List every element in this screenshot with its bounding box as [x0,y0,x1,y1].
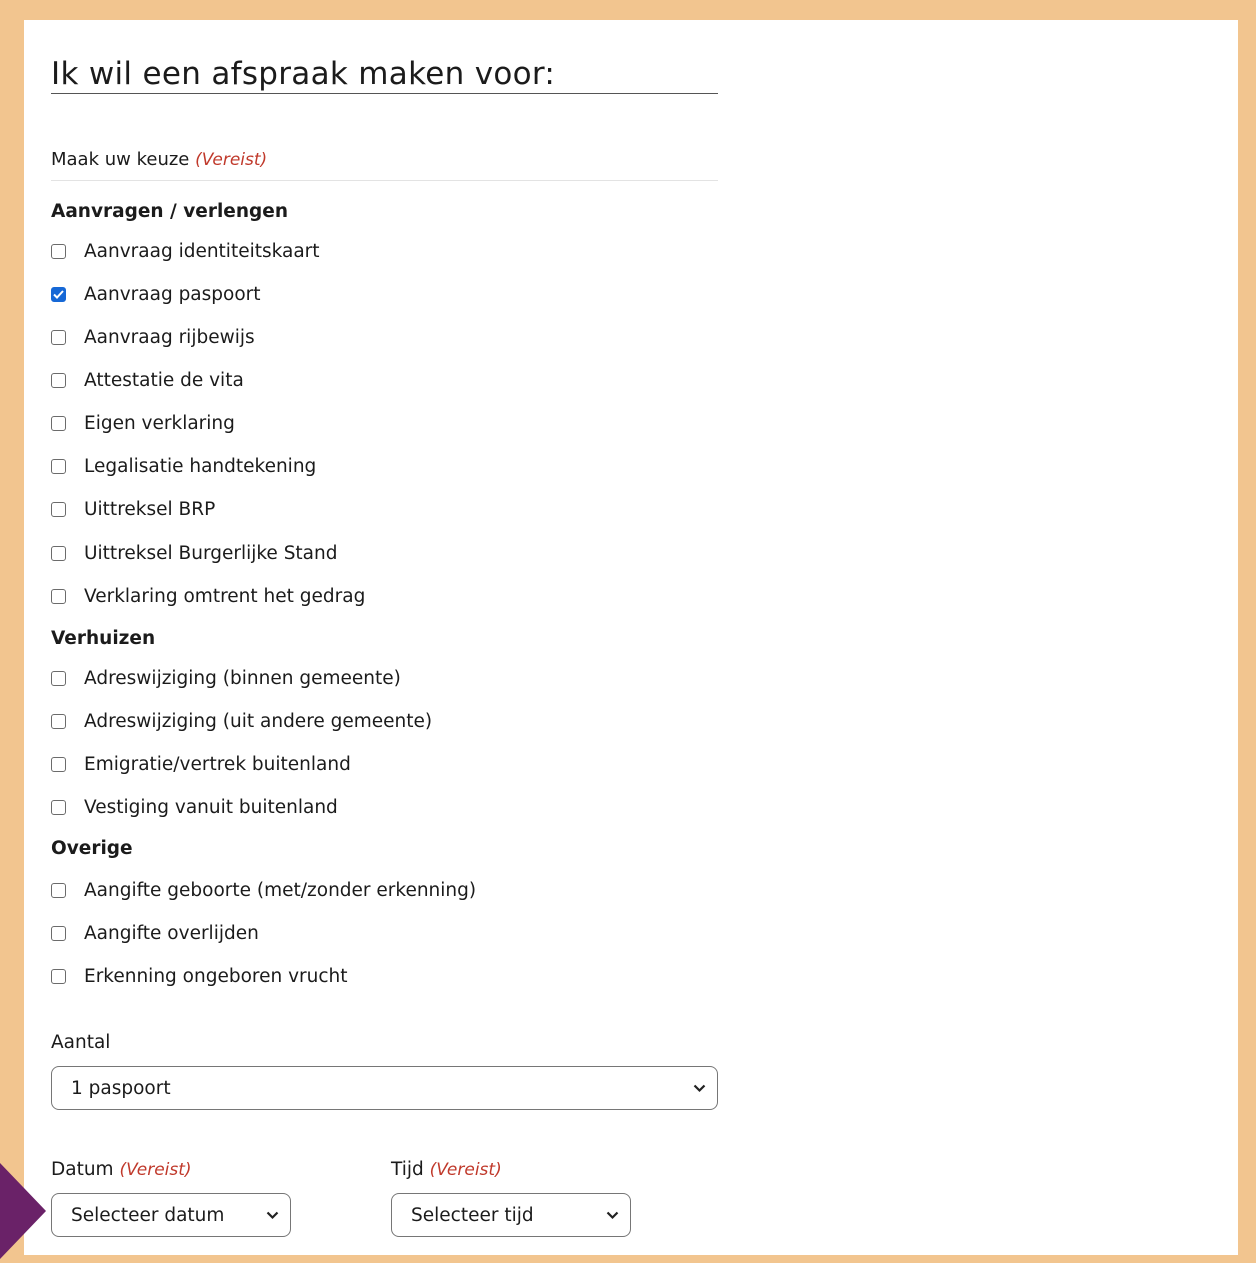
time-select[interactable]: Selecteer tijd [391,1193,631,1237]
checkbox[interactable] [51,713,66,729]
checkbox[interactable] [51,968,66,984]
group-title-aanvragen: Aanvragen / verlengen [51,201,288,222]
option-uittreksel-burgerlijke-stand[interactable]: Uittreksel Burgerlijke Stand [51,541,338,565]
page-title: Ik wil een afspraak maken voor: [51,56,556,92]
checkbox[interactable] [51,286,66,302]
title-divider [51,93,718,94]
checkbox[interactable] [51,243,66,259]
option-aangifte-overlijden[interactable]: Aangifte overlijden [51,921,259,945]
option-adreswijziging-uit[interactable]: Adreswijziging (uit andere gemeente) [51,709,432,733]
option-label: Erkenning ongeboren vrucht [84,965,348,987]
option-rijbewijs[interactable]: Aanvraag rijbewijs [51,325,255,349]
option-label: Adreswijziging (binnen gemeente) [84,667,401,689]
chevron-down-icon [693,1083,707,1093]
time-label-text: Tijd [391,1159,424,1180]
option-attestatie[interactable]: Attestatie de vita [51,368,244,392]
option-adreswijziging-binnen[interactable]: Adreswijziging (binnen gemeente) [51,666,401,690]
quantity-select[interactable]: 1 paspoort [51,1066,718,1110]
option-vestiging[interactable]: Vestiging vanuit buitenland [51,795,338,819]
required-marker: (Vereist) [429,1160,502,1180]
option-label: Adreswijziging (uit andere gemeente) [84,710,433,732]
required-marker: (Vereist) [195,150,268,170]
checkbox[interactable] [51,372,66,388]
option-emigratie[interactable]: Emigratie/vertrek buitenland [51,752,351,776]
option-label: Emigratie/vertrek buitenland [84,753,351,775]
step-marker-arrow [0,1163,46,1259]
option-label: Aangifte overlijden [84,922,259,944]
date-value: Selecteer datum [71,1204,225,1226]
option-vog[interactable]: Verklaring omtrent het gedrag [51,584,365,608]
date-select[interactable]: Selecteer datum [51,1193,291,1237]
option-label: Legalisatie handtekening [84,455,317,477]
group-title-overige: Overige [51,838,133,859]
date-label: Datum (Vereist) [51,1159,192,1180]
checkbox[interactable] [51,882,66,898]
checkbox[interactable] [51,756,66,772]
checkbox[interactable] [51,545,66,561]
choose-label-text: Maak uw keuze [51,149,190,170]
option-aangifte-geboorte[interactable]: Aangifte geboorte (met/zonder erkenning) [51,878,476,902]
option-erkenning[interactable]: Erkenning ongeboren vrucht [51,964,348,988]
checkbox[interactable] [51,415,66,431]
option-label: Uittreksel Burgerlijke Stand [84,542,338,564]
time-label: Tijd (Vereist) [391,1159,502,1180]
option-label: Aanvraag rijbewijs [84,326,255,348]
group-title-verhuizen: Verhuizen [51,628,156,649]
chevron-down-icon [606,1210,620,1220]
checkbox[interactable] [51,588,66,604]
option-label: Eigen verklaring [84,412,235,434]
checkbox[interactable] [51,458,66,474]
option-label: Verklaring omtrent het gedrag [84,585,366,607]
option-identiteitskaart[interactable]: Aanvraag identiteitskaart [51,239,320,263]
time-value: Selecteer tijd [411,1204,534,1226]
form-panel: Ik wil een afspraak maken voor: Maak uw … [24,20,1238,1255]
quantity-value: 1 paspoort [71,1077,171,1099]
choose-divider [51,180,718,181]
checkbox[interactable] [51,501,66,517]
choose-label: Maak uw keuze (Vereist) [51,149,267,170]
chevron-down-icon [266,1210,280,1220]
option-label: Aanvraag paspoort [84,283,261,305]
option-legalisatie[interactable]: Legalisatie handtekening [51,454,316,478]
option-label: Aanvraag identiteitskaart [84,240,320,262]
option-paspoort[interactable]: Aanvraag paspoort [51,282,261,306]
date-label-text: Datum [51,1159,114,1180]
option-uittreksel-brp[interactable]: Uittreksel BRP [51,497,215,521]
checkbox[interactable] [51,670,66,686]
required-marker: (Vereist) [119,1160,192,1180]
option-label: Aangifte geboorte (met/zonder erkenning) [84,879,477,901]
option-label: Uittreksel BRP [84,498,216,520]
quantity-label: Aantal [51,1032,111,1053]
option-label: Attestatie de vita [84,369,244,391]
checkbox[interactable] [51,925,66,941]
checkbox[interactable] [51,799,66,815]
option-eigen-verklaring[interactable]: Eigen verklaring [51,411,235,435]
checkbox[interactable] [51,329,66,345]
option-label: Vestiging vanuit buitenland [84,796,338,818]
